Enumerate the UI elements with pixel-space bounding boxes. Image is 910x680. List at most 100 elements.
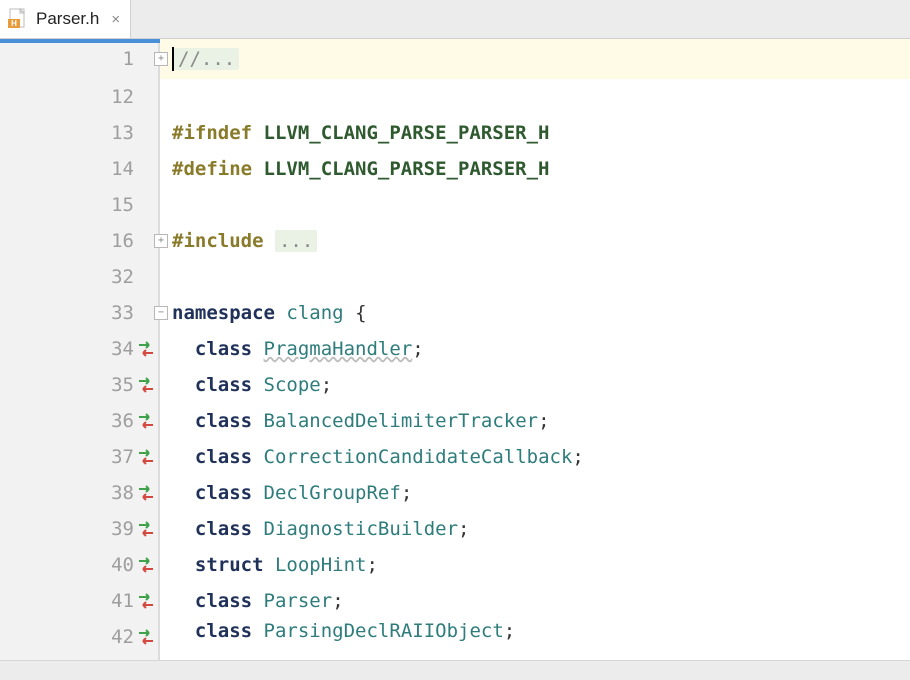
gutter-row: 36 [0,403,158,439]
code-line[interactable]: #define LLVM_CLANG_PARSE_PARSER_H [172,151,910,187]
vcs-change-marker-icon [136,376,156,394]
gutter-row: 13 [0,115,158,151]
code-token: ; [367,554,378,576]
code-line[interactable]: //... [160,39,910,79]
code-token [252,518,263,540]
line-number: 33 [111,302,134,324]
code-line[interactable]: class ParsingDeclRAIIObject; [172,619,910,643]
code-line[interactable]: class BalancedDelimiterTracker; [172,403,910,439]
line-number: 39 [111,518,134,540]
code-token: class [195,446,252,468]
code-token [252,410,263,432]
code-token: ParsingDeclRAIIObject [264,620,504,642]
code-token: class [195,482,252,504]
code-token: DiagnosticBuilder [264,518,458,540]
code-token: ; [332,590,343,612]
code-token: class [195,620,252,642]
code-token: PragmaHandler [264,338,413,360]
header-file-icon: H [8,8,30,30]
vcs-change-marker-icon [136,340,156,358]
code-line[interactable] [172,187,910,223]
vcs-change-marker-icon [136,448,156,466]
line-number: 12 [111,86,134,108]
gutter-row: 34 [0,331,158,367]
tab-close-button[interactable]: × [111,11,120,28]
gutter-row: 38 [0,475,158,511]
code-line[interactable] [172,79,910,115]
code-token: LoopHint [275,554,367,576]
gutter-row: 42 [0,619,158,655]
line-number: 1 [123,48,134,70]
vcs-change-marker-icon [136,592,156,610]
code-token: #define [172,158,264,180]
tab-filename: Parser.h [36,9,99,29]
active-tab[interactable]: H Parser.h × [0,0,131,38]
gutter-row: 32 [0,259,158,295]
line-number: 14 [111,158,134,180]
gutter-row: 1+ [0,39,158,79]
code-line[interactable]: class Parser; [172,583,910,619]
tab-bar: H Parser.h × [0,0,910,39]
code-token: ; [572,446,583,468]
code-line[interactable]: class CorrectionCandidateCallback; [172,439,910,475]
fold-expand-icon[interactable]: + [154,52,168,66]
line-number: 36 [111,410,134,432]
code-token: class [195,518,252,540]
code-token: { [355,302,366,324]
code-token: LLVM_CLANG_PARSE_PARSER_H [264,158,550,180]
code-token: class [195,374,252,396]
gutter-row: 40 [0,547,158,583]
code-token [252,374,263,396]
vcs-change-marker-icon [136,520,156,538]
line-number: 32 [111,266,134,288]
code-token: CorrectionCandidateCallback [264,446,573,468]
code-token: BalancedDelimiterTracker [264,410,539,432]
code-token: DeclGroupRef [264,482,401,504]
gutter-row: 37 [0,439,158,475]
line-number: 37 [111,446,134,468]
fold-collapse-icon[interactable]: − [154,306,168,320]
code-line[interactable]: class PragmaHandler; [172,331,910,367]
code-token [275,302,286,324]
editor-area: 1+1213141516+3233−34 35 36 37 38 39 40 4… [0,39,910,660]
code-line[interactable]: namespace clang { [172,295,910,331]
gutter-row: 39 [0,511,158,547]
code-line[interactable]: #include ... [172,223,910,259]
line-number: 38 [111,482,134,504]
code-token [252,482,263,504]
svg-text:H: H [11,19,17,28]
code-line[interactable]: class DiagnosticBuilder; [172,511,910,547]
line-number: 40 [111,554,134,576]
code-line[interactable]: class Scope; [172,367,910,403]
code-token: //... [174,48,239,70]
code-line[interactable]: class DeclGroupRef; [172,475,910,511]
code-token: ; [412,338,423,360]
code-token: Parser [264,590,333,612]
status-bar [0,660,910,680]
code-token [252,620,263,642]
code-token: ; [538,410,549,432]
line-number: 42 [111,626,134,648]
fold-expand-icon[interactable]: + [154,234,168,248]
vcs-change-marker-icon [136,556,156,574]
code-token [252,590,263,612]
code-token [252,338,263,360]
gutter-row: 12 [0,79,158,115]
code-token: #ifndef [172,122,264,144]
code-token: ; [321,374,332,396]
gutter-row: 14 [0,151,158,187]
code-token: clang [286,302,343,324]
vcs-change-marker-icon [136,484,156,502]
vcs-change-marker-icon [136,628,156,646]
code-token: class [195,410,252,432]
gutter-row: 15 [0,187,158,223]
code-line[interactable]: struct LoopHint; [172,547,910,583]
code-line[interactable]: #ifndef LLVM_CLANG_PARSE_PARSER_H [172,115,910,151]
code-token [264,554,275,576]
code-token: class [195,338,252,360]
line-number: 35 [111,374,134,396]
line-number: 41 [111,590,134,612]
code-token: #include [172,230,275,252]
code-area[interactable]: //...#ifndef LLVM_CLANG_PARSE_PARSER_H#d… [160,39,910,660]
code-line[interactable] [172,259,910,295]
